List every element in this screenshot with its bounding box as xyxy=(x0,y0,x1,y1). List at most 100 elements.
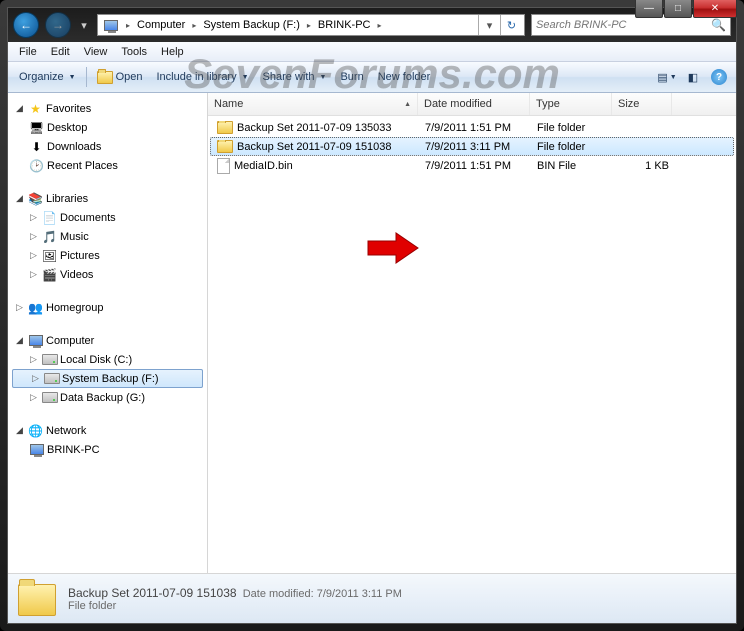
tree-computer: ◢Computer ▷Local Disk (C:) ▷System Backu… xyxy=(10,331,205,407)
navigation-pane[interactable]: ◢★Favorites 🖥Desktop ⬇Downloads 🕑Recent … xyxy=(8,93,208,573)
file-name: Backup Set 2011-07-09 135033 xyxy=(237,122,392,134)
include-library-button[interactable]: Include in library▼ xyxy=(150,65,256,89)
libraries-node[interactable]: ◢📚Libraries xyxy=(10,189,205,208)
recent-icon: 🕑 xyxy=(28,158,45,174)
file-rows[interactable]: Backup Set 2011-07-09 135033 7/9/2011 1:… xyxy=(208,116,736,573)
sort-ascending-icon: ▲ xyxy=(404,101,411,108)
tree-homegroup: ▷👥Homegroup xyxy=(10,298,205,317)
col-type[interactable]: Type xyxy=(530,93,612,115)
address-dropdown[interactable]: ▾ xyxy=(478,15,500,35)
address-bar[interactable]: ▸ Computer ▸ System Backup (F:) ▸ BRINK-… xyxy=(97,14,525,36)
crumb-computer[interactable]: Computer xyxy=(134,15,188,35)
maximize-button[interactable]: □ xyxy=(664,0,692,18)
documents-icon: 📄 xyxy=(41,210,58,226)
organize-button[interactable]: Organize▼ xyxy=(12,65,83,89)
command-bar: Organize▼ Open Include in library▼ Share… xyxy=(8,62,736,93)
details-meta-label: Date modified: xyxy=(243,588,314,600)
col-date[interactable]: Date modified xyxy=(418,93,530,115)
open-label: Open xyxy=(116,71,143,83)
tree-documents[interactable]: ▷📄Documents xyxy=(10,208,205,227)
col-name[interactable]: Name▲ xyxy=(208,93,418,115)
tree-data-backup[interactable]: ▷Data Backup (G:) xyxy=(10,388,205,407)
view-options-button[interactable]: ▤ ▼ xyxy=(654,66,680,88)
favorites-label: Favorites xyxy=(46,103,91,115)
search-icon: 🔍 xyxy=(711,18,726,32)
details-meta-value: 7/9/2011 3:11 PM xyxy=(317,588,402,600)
pictures-icon: 🖼 xyxy=(41,248,58,264)
menu-edit[interactable]: Edit xyxy=(44,44,77,60)
tree-label: Music xyxy=(60,231,89,243)
nav-history-dropdown[interactable]: ▾ xyxy=(77,13,91,37)
computer-icon xyxy=(28,442,45,458)
organize-label: Organize xyxy=(19,71,64,83)
file-row[interactable]: MediaID.bin 7/9/2011 1:51 PM BIN File 1 … xyxy=(210,156,734,175)
crumb-arrow[interactable]: ▸ xyxy=(188,21,200,30)
tree-brink-pc[interactable]: BRINK-PC xyxy=(10,440,205,459)
open-button[interactable]: Open xyxy=(90,65,150,89)
tree-label: Pictures xyxy=(60,250,100,262)
tree-label: Desktop xyxy=(47,122,87,134)
file-date: 7/9/2011 3:11 PM xyxy=(421,141,533,153)
menu-tools[interactable]: Tools xyxy=(114,44,154,60)
computer-label: Computer xyxy=(46,335,94,347)
col-size[interactable]: Size xyxy=(612,93,672,115)
preview-pane-button[interactable]: ◧ xyxy=(680,66,706,88)
details-pane: Backup Set 2011-07-09 151038 Date modifi… xyxy=(8,573,736,623)
crumb-drive[interactable]: System Backup (F:) xyxy=(200,15,303,35)
forward-button[interactable]: → xyxy=(45,12,71,38)
crumb-arrow[interactable]: ▸ xyxy=(303,21,315,30)
file-date: 7/9/2011 1:51 PM xyxy=(421,160,533,172)
tree-downloads[interactable]: ⬇Downloads xyxy=(10,137,205,156)
refresh-button[interactable]: ↻ xyxy=(500,15,522,35)
file-type: File folder xyxy=(533,122,615,134)
new-folder-button[interactable]: New folder xyxy=(371,65,438,89)
close-button[interactable]: ✕ xyxy=(693,0,737,18)
computer-icon xyxy=(27,333,44,349)
details-name: Backup Set 2011-07-09 151038 xyxy=(68,586,237,600)
crumb-arrow[interactable]: ▸ xyxy=(122,21,134,30)
menu-file[interactable]: File xyxy=(12,44,44,60)
network-label: Network xyxy=(46,425,86,437)
drive-icon xyxy=(41,352,58,368)
tree-desktop[interactable]: 🖥Desktop xyxy=(10,118,205,137)
tree-label: BRINK-PC xyxy=(47,444,100,456)
network-node[interactable]: ◢🌐Network xyxy=(10,421,205,440)
favorites-node[interactable]: ◢★Favorites xyxy=(10,99,205,118)
tree-music[interactable]: ▷🎵Music xyxy=(10,227,205,246)
menu-view[interactable]: View xyxy=(77,44,115,60)
tree-system-backup[interactable]: ▷System Backup (F:) xyxy=(12,369,203,388)
burn-button[interactable]: Burn xyxy=(333,65,370,89)
separator xyxy=(86,67,87,87)
menu-help[interactable]: Help xyxy=(154,44,191,60)
homegroup-node[interactable]: ▷👥Homegroup xyxy=(10,298,205,317)
menu-bar: File Edit View Tools Help xyxy=(8,42,736,62)
tree-libraries: ◢📚Libraries ▷📄Documents ▷🎵Music ▷🖼Pictur… xyxy=(10,189,205,284)
minimize-button[interactable]: — xyxy=(635,0,663,18)
help-button[interactable]: ? xyxy=(706,66,732,88)
network-icon: 🌐 xyxy=(27,423,44,439)
file-row[interactable]: Backup Set 2011-07-09 151038 7/9/2011 3:… xyxy=(210,137,734,156)
search-input[interactable] xyxy=(536,19,711,31)
crumb-folder[interactable]: BRINK-PC xyxy=(315,15,374,35)
tree-videos[interactable]: ▷🎬Videos xyxy=(10,265,205,284)
column-headers: Name▲ Date modified Type Size xyxy=(208,93,736,116)
file-date: 7/9/2011 1:51 PM xyxy=(421,122,533,134)
file-size: 1 KB xyxy=(615,160,673,172)
file-row[interactable]: Backup Set 2011-07-09 135033 7/9/2011 1:… xyxy=(210,118,734,137)
tree-recent[interactable]: 🕑Recent Places xyxy=(10,156,205,175)
file-type: File folder xyxy=(533,141,615,153)
star-icon: ★ xyxy=(27,101,44,117)
details-text: Backup Set 2011-07-09 151038 Date modifi… xyxy=(68,586,402,612)
folder-icon xyxy=(217,121,233,134)
downloads-icon: ⬇ xyxy=(28,139,45,155)
tree-network: ◢🌐Network BRINK-PC xyxy=(10,421,205,459)
homegroup-label: Homegroup xyxy=(46,302,103,314)
file-type: BIN File xyxy=(533,160,615,172)
window-body: ← → ▾ ▸ Computer ▸ System Backup (F:) ▸ … xyxy=(7,7,737,624)
computer-node[interactable]: ◢Computer xyxy=(10,331,205,350)
crumb-arrow[interactable]: ▸ xyxy=(373,21,385,30)
share-with-button[interactable]: Share with▼ xyxy=(256,65,334,89)
back-button[interactable]: ← xyxy=(13,12,39,38)
tree-pictures[interactable]: ▷🖼Pictures xyxy=(10,246,205,265)
tree-local-disk[interactable]: ▷Local Disk (C:) xyxy=(10,350,205,369)
